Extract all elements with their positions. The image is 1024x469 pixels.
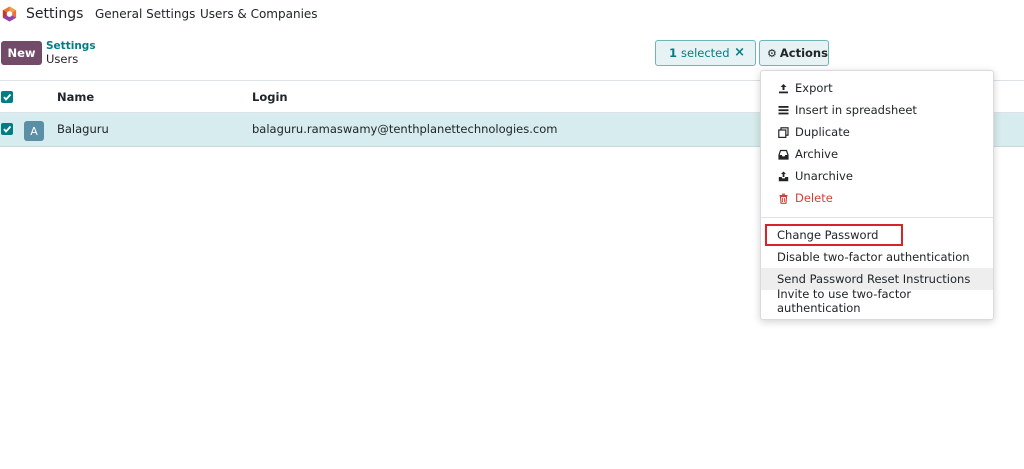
menu-item-insert-spreadsheet[interactable]: Insert in spreadsheet: [761, 99, 993, 121]
selection-count: 1: [669, 46, 678, 60]
avatar: A: [24, 121, 44, 141]
top-navbar: Settings General Settings Users & Compan…: [0, 0, 1024, 30]
column-header-name[interactable]: Name: [57, 90, 94, 104]
new-button[interactable]: New: [1, 41, 42, 65]
menu-item-duplicate[interactable]: Duplicate: [761, 121, 993, 143]
menu-item-invite-2fa[interactable]: Invite to use two-factor authentication: [761, 287, 993, 315]
menu-divider: [761, 217, 993, 218]
odoo-logo-icon[interactable]: [1, 5, 18, 23]
row-checkbox[interactable]: [1, 123, 13, 135]
actions-dropdown-menu: Export Insert in spreadsheet Duplicate A…: [760, 70, 994, 320]
select-all-checkbox[interactable]: [1, 91, 13, 103]
menu-general-settings[interactable]: General Settings: [95, 7, 195, 21]
clear-selection-icon[interactable]: ×: [734, 45, 745, 60]
unarchive-icon: [777, 170, 789, 182]
menu-item-disable-2fa[interactable]: Disable two-factor authentication: [761, 246, 993, 268]
user-name-cell[interactable]: Balaguru: [57, 122, 109, 136]
menu-item-unarchive[interactable]: Unarchive: [761, 165, 993, 187]
breadcrumb-current-users: Users: [46, 52, 79, 66]
gear-icon: ⚙: [767, 46, 777, 60]
annotation-highlight-box: [765, 224, 903, 246]
inbox-icon: [777, 148, 789, 160]
menu-item-archive[interactable]: Archive: [761, 143, 993, 165]
upload-icon: [777, 82, 789, 94]
menu-users-companies[interactable]: Users & Companies: [200, 7, 318, 21]
user-login-cell[interactable]: balaguru.ramaswamy@tenthplanettechnologi…: [252, 122, 557, 136]
selection-text: selected: [681, 46, 730, 60]
menu-item-delete[interactable]: Delete: [761, 187, 993, 209]
column-header-login[interactable]: Login: [252, 90, 288, 104]
trash-icon: [777, 192, 789, 204]
actions-button[interactable]: ⚙ Actions: [759, 40, 829, 66]
selection-indicator: 1 selected ×: [655, 40, 756, 66]
actions-label: Actions: [779, 46, 828, 60]
list-icon: [777, 104, 789, 116]
menu-item-export[interactable]: Export: [761, 77, 993, 99]
breadcrumb-settings[interactable]: Settings: [46, 40, 96, 52]
copy-icon: [777, 126, 789, 138]
app-title[interactable]: Settings: [26, 6, 83, 22]
